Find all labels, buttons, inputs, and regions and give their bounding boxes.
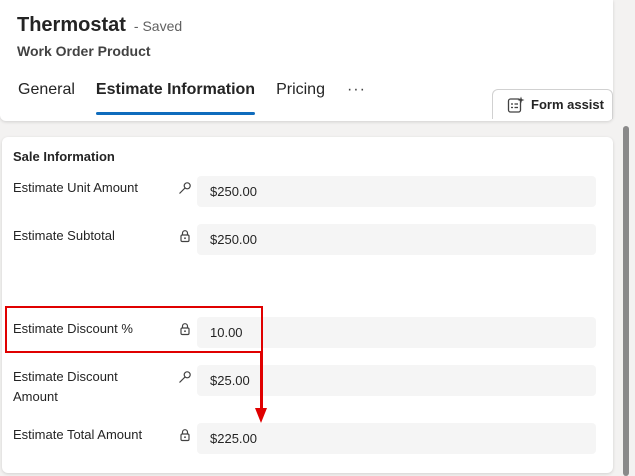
more-tabs-button[interactable]: ···: [347, 80, 366, 104]
key-icon: [179, 182, 191, 194]
tab-general[interactable]: General: [18, 80, 75, 104]
form-assist-label: Form assist: [531, 97, 604, 112]
form-header: Thermostat - Saved Work Order Product Ge…: [0, 0, 613, 121]
record-title: Thermostat: [17, 14, 126, 36]
saved-status: - Saved: [133, 18, 183, 34]
estimate-total-amount-field[interactable]: $225.00: [197, 423, 596, 454]
estimate-unit-amount-field[interactable]: $250.00: [197, 176, 596, 207]
annotation-highlight-box: [5, 306, 263, 353]
estimate-unit-amount-label: Estimate Unit Amount: [13, 180, 138, 195]
tab-estimate-information[interactable]: Estimate Information: [95, 80, 256, 115]
scrollbar-thumb[interactable]: [623, 126, 629, 476]
key-icon: [179, 371, 191, 383]
estimate-discount-amount-field[interactable]: $25.00: [197, 365, 596, 396]
lock-icon: [180, 230, 190, 243]
annotation-arrow-head: [255, 408, 267, 423]
form-assist-button[interactable]: Form assist: [492, 89, 613, 119]
entity-type: Work Order Product: [17, 43, 151, 59]
tab-pricing[interactable]: Pricing: [276, 80, 325, 104]
sale-information-section: Sale Information Estimate Unit Amount $2…: [2, 137, 613, 473]
estimate-discount-amount-label: Estimate Discount Amount: [13, 369, 118, 404]
annotation-arrow-line: [260, 352, 263, 409]
form-assist-sparkle-icon: [507, 96, 525, 113]
lock-icon: [180, 429, 190, 442]
tab-bar: General Estimate Information Pricing ···: [18, 80, 366, 115]
estimate-subtotal-label: Estimate Subtotal: [13, 228, 115, 243]
estimate-total-amount-label: Estimate Total Amount: [13, 427, 143, 442]
title-row: Thermostat - Saved: [17, 14, 182, 37]
section-title: Sale Information: [13, 149, 115, 164]
estimate-subtotal-field[interactable]: $250.00: [197, 224, 596, 255]
